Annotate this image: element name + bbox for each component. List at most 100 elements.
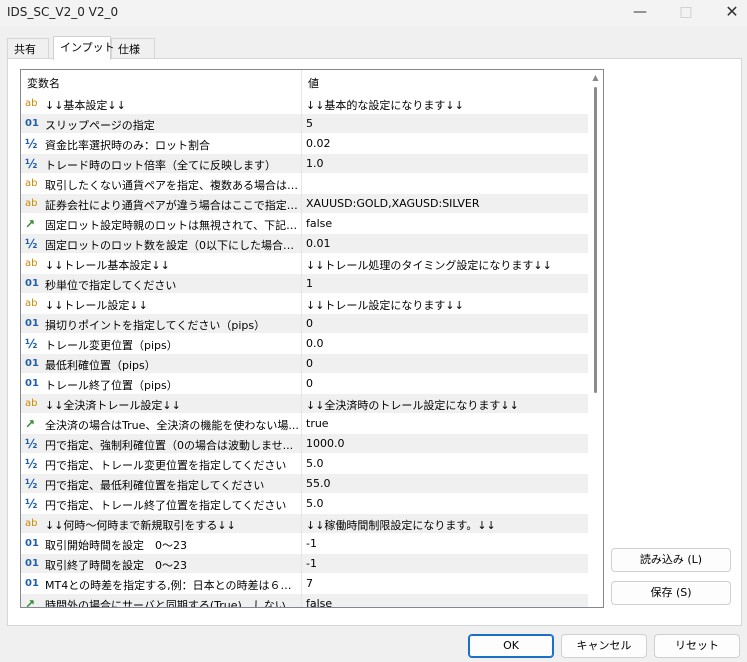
tab-common[interactable]: 共有 — [7, 38, 49, 59]
table-row[interactable]: ½ 固定ロットのロット数を設定（0以下にした場合は正... 0.01 — [21, 234, 589, 254]
integer-type-icon: 01 — [25, 318, 39, 329]
scrollbar-thumb[interactable] — [594, 87, 597, 393]
table-row[interactable]: ½ 資金比率選択時のみ：ロット割合 0.02 — [21, 134, 589, 154]
parameter-name: 01 最低利確位置（pips） — [21, 354, 302, 374]
string-type-icon: ab — [25, 518, 38, 529]
table-row[interactable]: 01 損切りポイントを指定してください（pips） 0 — [21, 314, 589, 334]
ok-button[interactable]: OK — [468, 634, 554, 658]
inputs-panel: 変数名 値 ab ↓↓基本設定↓↓ ↓↓基本的な設定になります↓↓ 01 スリップページ… — [7, 58, 742, 626]
parameter-name: ½ 固定ロットのロット数を設定（0以下にした場合は正... — [21, 234, 302, 254]
parameter-name: ab 証券会社により通貨ペアが違う場合はここで指定、... — [21, 194, 302, 214]
table-row[interactable]: ½ 円で指定、トレール終了位置を指定してください 5.0 — [21, 494, 589, 514]
parameter-name-text: 最低利確位置（pips） — [45, 359, 156, 372]
table-row[interactable]: 01 取引終了時間を設定 0〜23 -1 — [21, 554, 589, 574]
table-row[interactable]: 01 スリップページの指定 5 — [21, 114, 589, 134]
parameter-value[interactable]: 1000.0 — [302, 434, 589, 454]
parameter-value[interactable]: ↓↓トレール設定になります↓↓ — [302, 294, 589, 314]
parameter-value[interactable]: 7 — [302, 574, 589, 594]
table-row[interactable]: ↗ 全決済の場合はTrue、全決済の機能を使わない場... true — [21, 414, 589, 434]
parameter-value[interactable]: -1 — [302, 534, 589, 554]
parameter-value[interactable]: 0.01 — [302, 234, 589, 254]
parameter-value[interactable]: ↓↓稼働時間制限設定になります。↓↓ — [302, 514, 589, 534]
parameter-value[interactable]: 0 — [302, 314, 589, 334]
parameter-value[interactable]: 5.0 — [302, 494, 589, 514]
string-type-icon: ab — [25, 398, 38, 409]
parameter-name: ab ↓↓トレール設定↓↓ — [21, 294, 302, 314]
parameter-value[interactable]: 5 — [302, 114, 589, 134]
parameter-value[interactable]: XAUUSD:GOLD,XAGUSD:SILVER — [302, 194, 589, 214]
load-button[interactable]: 読み込み (L) — [611, 548, 731, 572]
double-type-icon: ½ — [25, 457, 38, 471]
table-row[interactable]: ab ↓↓基本設定↓↓ ↓↓基本的な設定になります↓↓ — [21, 94, 589, 114]
parameter-value[interactable]: 0 — [302, 374, 589, 394]
maximize-button[interactable]: □ — [663, 0, 709, 26]
parameter-name-text: 取引終了時間を設定 0〜23 — [45, 559, 187, 572]
parameter-value[interactable]: 0.02 — [302, 134, 589, 154]
parameter-name: 01 MT4との時差を指定する,例：日本との時差は６時... — [21, 574, 302, 594]
table-row[interactable]: 01 最低利確位置（pips） 0 — [21, 354, 589, 374]
parameter-value[interactable]: true — [302, 414, 589, 434]
reset-button[interactable]: リセット — [654, 634, 740, 658]
minimize-button[interactable]: — — [617, 0, 663, 26]
parameter-name: ½ 円で指定、強制利確位置（0の場合は波動しませ... — [21, 434, 302, 454]
table-row[interactable]: ab ↓↓トレール設定↓↓ ↓↓トレール設定になります↓↓ — [21, 294, 589, 314]
table-row[interactable]: ab ↓↓トレール基本設定↓↓ ↓↓トレール処理のタイミング設定になります↓↓ — [21, 254, 589, 274]
table-row[interactable]: 01 MT4との時差を指定する,例：日本との時差は６時... 7 — [21, 574, 589, 594]
parameter-name-text: ↓↓何時〜何時まで新規取引をする↓↓ — [45, 519, 236, 532]
parameter-name: 01 損切りポイントを指定してください（pips） — [21, 314, 302, 334]
table-row[interactable]: ½ 円で指定、最低利確位置を指定してください 55.0 — [21, 474, 589, 494]
table-row[interactable]: 01 秒単位で指定してください 1 — [21, 274, 589, 294]
tab-inputs[interactable]: インプット — [53, 36, 115, 60]
parameter-value[interactable]: ↓↓トレール処理のタイミング設定になります↓↓ — [302, 254, 589, 274]
parameter-name-text: 取引開始時間を設定 0〜23 — [45, 539, 187, 552]
scroll-up-icon[interactable]: ▲ — [588, 70, 603, 85]
parameter-value[interactable]: ↓↓全決済時のトレール設定になります↓↓ — [302, 394, 589, 414]
table-row[interactable]: ab ↓↓全決済トレール設定↓↓ ↓↓全決済時のトレール設定になります↓↓ — [21, 394, 589, 414]
grid-header: 変数名 値 — [21, 70, 589, 94]
table-row[interactable]: ½ 円で指定、強制利確位置（0の場合は波動しませ... 1000.0 — [21, 434, 589, 454]
integer-type-icon: 01 — [25, 278, 39, 289]
parameter-name: 01 取引終了時間を設定 0〜23 — [21, 554, 302, 574]
parameter-name-text: 円で指定、トレール終了位置を指定してください — [45, 499, 287, 512]
parameter-value[interactable]: 5.0 — [302, 454, 589, 474]
save-button[interactable]: 保存 (S) — [611, 581, 731, 605]
tab-spec[interactable]: 仕様 — [111, 38, 155, 59]
bool-type-icon: ↗ — [25, 217, 36, 231]
table-row[interactable]: ½ 円で指定、トレール変更位置を指定してください 5.0 — [21, 454, 589, 474]
parameter-value[interactable]: -1 — [302, 554, 589, 574]
parameter-name-text: トレール終了位置（pips） — [45, 379, 178, 392]
parameter-name-text: ↓↓トレール基本設定↓↓ — [45, 259, 170, 272]
parameter-name-text: 資金比率選択時のみ：ロット割合 — [45, 139, 210, 152]
parameter-name: ½ 円で指定、最低利確位置を指定してください — [21, 474, 302, 494]
window-title: IDS_SC_V2_0 V2_0 — [7, 5, 119, 19]
table-row[interactable]: ↗ 固定ロット設定時親のロットは無視されて、下記に設... false — [21, 214, 589, 234]
table-row[interactable]: 01 トレール終了位置（pips） 0 — [21, 374, 589, 394]
parameter-value[interactable]: false — [302, 594, 589, 607]
parameter-name-text: 損切りポイントを指定してください（pips） — [45, 319, 266, 332]
parameter-value[interactable]: 55.0 — [302, 474, 589, 494]
vertical-scrollbar[interactable]: ▲ — [588, 70, 603, 607]
parameter-value[interactable]: 1.0 — [302, 154, 589, 174]
parameter-value[interactable]: ↓↓基本的な設定になります↓↓ — [302, 94, 589, 114]
parameter-value[interactable]: 0.0 — [302, 334, 589, 354]
table-row[interactable]: 01 取引開始時間を設定 0〜23 -1 — [21, 534, 589, 554]
integer-type-icon: 01 — [25, 358, 39, 369]
parameter-name: ½ トレール変更位置（pips） — [21, 334, 302, 354]
column-header-value[interactable]: 値 — [302, 70, 589, 94]
table-row[interactable]: ½ トレール変更位置（pips） 0.0 — [21, 334, 589, 354]
column-header-name[interactable]: 変数名 — [21, 70, 302, 94]
close-button[interactable]: ✕ — [709, 0, 747, 26]
parameter-name-text: 時間外の場合にサーバと同期する(True)、しない(Fal... — [45, 599, 302, 608]
parameter-value[interactable]: 0 — [302, 354, 589, 374]
parameter-value[interactable] — [302, 174, 589, 194]
table-row[interactable]: ↗ 時間外の場合にサーバと同期する(True)、しない(Fal... false — [21, 594, 589, 608]
table-row[interactable]: ab 証券会社により通貨ペアが違う場合はここで指定、... XAUUSD:GOLD,… — [21, 194, 589, 214]
table-row[interactable]: ab 取引したくない通貨ペアを指定、複数ある場合はカン... — [21, 174, 589, 194]
string-type-icon: ab — [25, 198, 38, 209]
parameter-value[interactable]: false — [302, 214, 589, 234]
table-row[interactable]: ab ↓↓何時〜何時まで新規取引をする↓↓ ↓↓稼働時間制限設定になります。↓↓ — [21, 514, 589, 534]
table-row[interactable]: ½ トレード時のロット倍率（全てに反映します） 1.0 — [21, 154, 589, 174]
parameter-name: ab ↓↓全決済トレール設定↓↓ — [21, 394, 302, 414]
cancel-button[interactable]: キャンセル — [561, 634, 647, 658]
parameter-value[interactable]: 1 — [302, 274, 589, 294]
